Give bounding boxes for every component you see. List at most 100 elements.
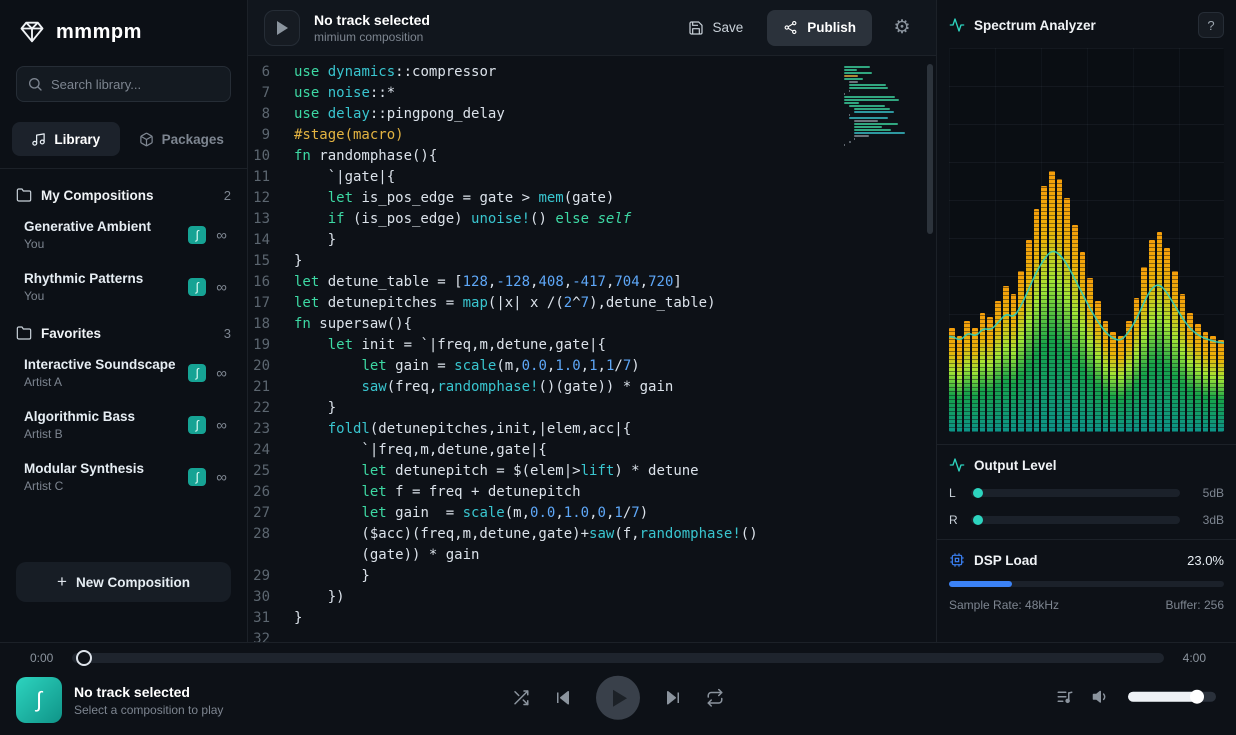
level-knob[interactable] (973, 488, 983, 498)
code-line: 25 let detunepitch = $(elem|>lift) * det… (248, 461, 936, 482)
editor-scrollbar[interactable] (927, 64, 933, 234)
composition-list-item[interactable]: Interactive Soundscape Artist A ∫ ∞ (16, 347, 231, 399)
item-subtitle: You (24, 289, 180, 303)
code-line: 17let detunepitches = map(|x| x /(2^7),d… (248, 293, 936, 314)
mimium-badge-icon: ∫ (188, 468, 206, 486)
search-input[interactable] (16, 66, 231, 102)
skip-back-icon (554, 689, 572, 707)
new-composition-button[interactable]: + New Composition (16, 562, 231, 602)
previous-track-button[interactable] (554, 689, 572, 707)
header-subtitle: mimium composition (314, 30, 430, 44)
section-count: 3 (224, 326, 231, 341)
item-title: Modular Synthesis (24, 461, 180, 476)
queue-icon (1056, 688, 1074, 706)
level-row: R 3dB (949, 513, 1224, 527)
app-root: mmmpm Library Packages (0, 0, 1236, 735)
code-line: 27 let gain = scale(m,0.0,1.0,0,1/7) (248, 503, 936, 524)
dsp-load-fill (949, 581, 1012, 587)
level-slider[interactable] (971, 489, 1180, 497)
output-level-title: Output Level (974, 458, 1057, 473)
play-icon (612, 689, 627, 706)
tab-packages[interactable]: Packages (128, 122, 236, 156)
code-line: 32 (248, 629, 936, 642)
volume-controls (1056, 688, 1216, 706)
repeat-button[interactable] (706, 689, 724, 707)
level-slider[interactable] (971, 516, 1180, 524)
item-title: Generative Ambient (24, 219, 180, 234)
volume-button[interactable] (1092, 688, 1110, 706)
timeline: 0:00 4:00 (0, 643, 1236, 665)
header-play-button[interactable] (264, 10, 300, 46)
now-playing-info: No track selected Select a composition t… (74, 684, 223, 717)
new-composition-label: New Composition (76, 575, 190, 590)
item-subtitle: You (24, 237, 180, 251)
composition-list-item[interactable]: Generative Ambient You ∫ ∞ (16, 209, 231, 261)
play-button[interactable] (596, 676, 640, 720)
folder-icon (16, 187, 32, 203)
minimap[interactable] (844, 66, 910, 150)
code-line: 21 saw(freq,randomphase!()(gate)) * gain (248, 377, 936, 398)
mimium-badge-icon: ∫ (188, 226, 206, 244)
tab-packages-label: Packages (162, 132, 224, 147)
code-line: 18fn supersaw(){ (248, 314, 936, 335)
channel-value: 3dB (1190, 513, 1224, 527)
header-title: No track selected (314, 12, 430, 28)
save-button[interactable]: Save (676, 12, 755, 44)
composition-list-item[interactable]: Algorithmic Bass Artist B ∫ ∞ (16, 399, 231, 451)
play-icon (276, 21, 288, 35)
shuffle-icon (512, 689, 530, 707)
volume-slider[interactable] (1128, 692, 1216, 702)
code-line: 14 } (248, 230, 936, 251)
save-label: Save (712, 20, 743, 35)
logo-gem-icon (18, 18, 46, 46)
code-line: 23 foldl(detunepitches,init,|elem,acc|{ (248, 419, 936, 440)
level-row: L 5dB (949, 486, 1224, 500)
channel-label: R (949, 513, 961, 527)
help-button[interactable]: ? (1198, 12, 1224, 38)
transport-bar: 0:00 4:00 ∫ No track selected Select a c… (0, 642, 1236, 735)
settings-gear-button[interactable]: ⚙ (884, 10, 920, 46)
composition-list-item[interactable]: Modular Synthesis Artist C ∫ ∞ (16, 451, 231, 503)
seek-slider[interactable] (72, 653, 1164, 663)
composition-list-item[interactable]: Rhythmic Patterns You ∫ ∞ (16, 261, 231, 313)
infinity-icon: ∞ (216, 470, 227, 485)
next-track-button[interactable] (664, 689, 682, 707)
level-knob[interactable] (973, 515, 983, 525)
spectrum-curve (949, 48, 1224, 432)
section-header[interactable]: My Compositions 2 (16, 175, 231, 209)
repeat-icon (706, 689, 724, 707)
sidebar-sections: My Compositions 2 Generative Ambient You… (0, 169, 247, 503)
code-line: 29 } (248, 566, 936, 587)
level-rows: L 5dB R 3dB (949, 486, 1224, 527)
integral-icon: ∫ (36, 687, 42, 713)
playback-controls (512, 676, 724, 720)
section-items: Generative Ambient You ∫ ∞ Rhythmic Patt… (16, 209, 231, 313)
code-editor[interactable]: 6use dynamics::compressor7use noise::*8u… (248, 56, 936, 642)
header-track-info: No track selected mimium composition (314, 12, 430, 44)
seek-knob[interactable] (76, 650, 92, 666)
item-title: Rhythmic Patterns (24, 271, 180, 286)
mimium-badge-icon: ∫ (188, 364, 206, 382)
brand-name: mmmpm (56, 21, 142, 44)
code-line: 24 `|freq,m,detune,gate|{ (248, 440, 936, 461)
item-subtitle: Artist B (24, 427, 180, 441)
code-line: 19 let init = `|freq,m,detune,gate|{ (248, 335, 936, 356)
editor-header: No track selected mimium composition Sav… (248, 0, 936, 56)
tab-library[interactable]: Library (12, 122, 120, 156)
channel-label: L (949, 486, 961, 500)
dsp-load-title: DSP Load (974, 553, 1038, 568)
track-art: ∫ (16, 677, 62, 723)
volume-fill (1128, 692, 1197, 702)
publish-button[interactable]: Publish (767, 10, 872, 46)
dsp-load-value: 23.0% (1187, 553, 1224, 568)
code-line: 30 }) (248, 587, 936, 608)
queue-button[interactable] (1056, 688, 1074, 706)
code-line: 7use noise::* (248, 83, 936, 104)
package-icon (139, 132, 154, 147)
output-level-section: Output Level L 5dB R 3dB (937, 445, 1236, 540)
shuffle-button[interactable] (512, 689, 530, 707)
volume-knob[interactable] (1190, 690, 1204, 704)
spectrum-chart (949, 48, 1224, 432)
section-title: Favorites (41, 326, 101, 341)
section-header[interactable]: Favorites 3 (16, 313, 231, 347)
